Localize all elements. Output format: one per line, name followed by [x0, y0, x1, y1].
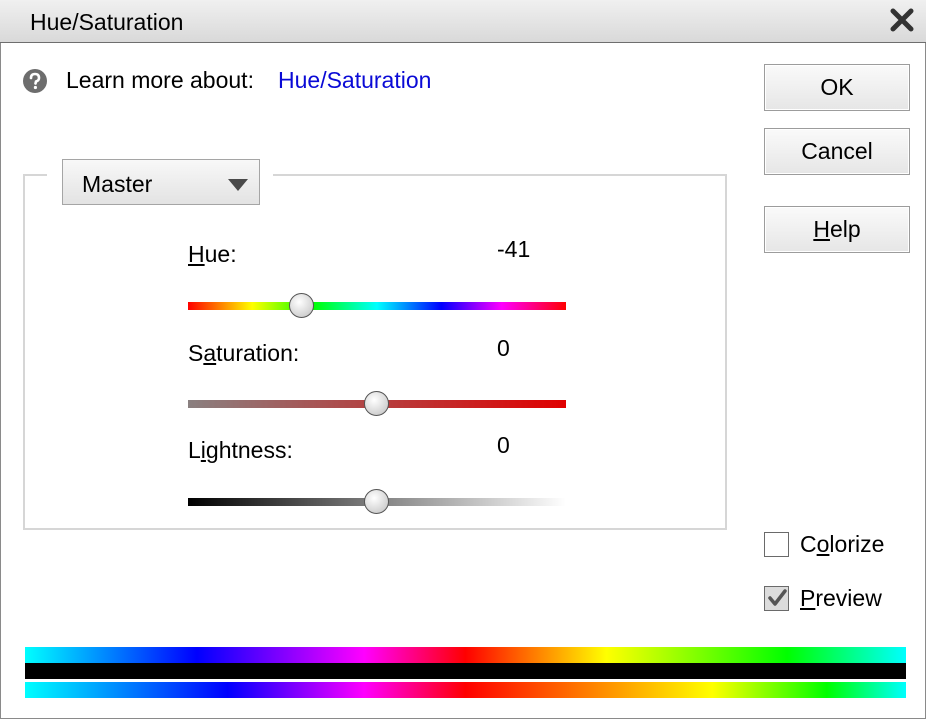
preview-label: Preview: [800, 585, 882, 611]
saturation-label: Saturation:: [188, 340, 300, 366]
saturation-slider-thumb[interactable]: [364, 391, 389, 416]
channel-selected: Master: [82, 171, 153, 197]
help-button-mnemonic: H: [813, 216, 830, 242]
ok-button[interactable]: OK: [764, 64, 910, 111]
window-title: Hue/Saturation: [30, 9, 184, 35]
title-bar[interactable]: Hue/Saturation: [0, 0, 926, 43]
learn-more-link[interactable]: Hue/Saturation: [278, 67, 431, 94]
help-button[interactable]: Help: [764, 206, 910, 253]
lightness-value: 0: [497, 432, 510, 458]
question-circle-icon: [23, 69, 47, 93]
channel-dropdown[interactable]: Master: [62, 159, 260, 205]
close-button[interactable]: [886, 4, 918, 36]
source-spectrum-bar: [25, 647, 906, 663]
help-button-label: elp: [829, 216, 861, 242]
adjustment-group: [23, 174, 727, 530]
hue-label: Hue:: [188, 241, 237, 267]
preview-box[interactable]: [764, 586, 789, 611]
saturation-value: 0: [497, 335, 510, 361]
hue-slider-track[interactable]: [188, 302, 566, 310]
chevron-down-icon: [228, 179, 248, 191]
hue-value: -41: [497, 236, 531, 262]
learn-more-label: Learn more about:: [66, 67, 254, 93]
cancel-button[interactable]: Cancel: [764, 128, 910, 175]
hue-slider-thumb[interactable]: [289, 293, 314, 318]
colorize-box[interactable]: [764, 532, 789, 557]
checkmark-icon: [768, 589, 787, 606]
lightness-label: Lightness:: [188, 437, 293, 463]
result-spectrum-bar: [25, 682, 906, 698]
close-icon: [890, 8, 914, 32]
colorize-label: Colorize: [800, 531, 885, 557]
lightness-slider-thumb[interactable]: [364, 489, 389, 514]
spectrum-divider: [25, 663, 906, 679]
